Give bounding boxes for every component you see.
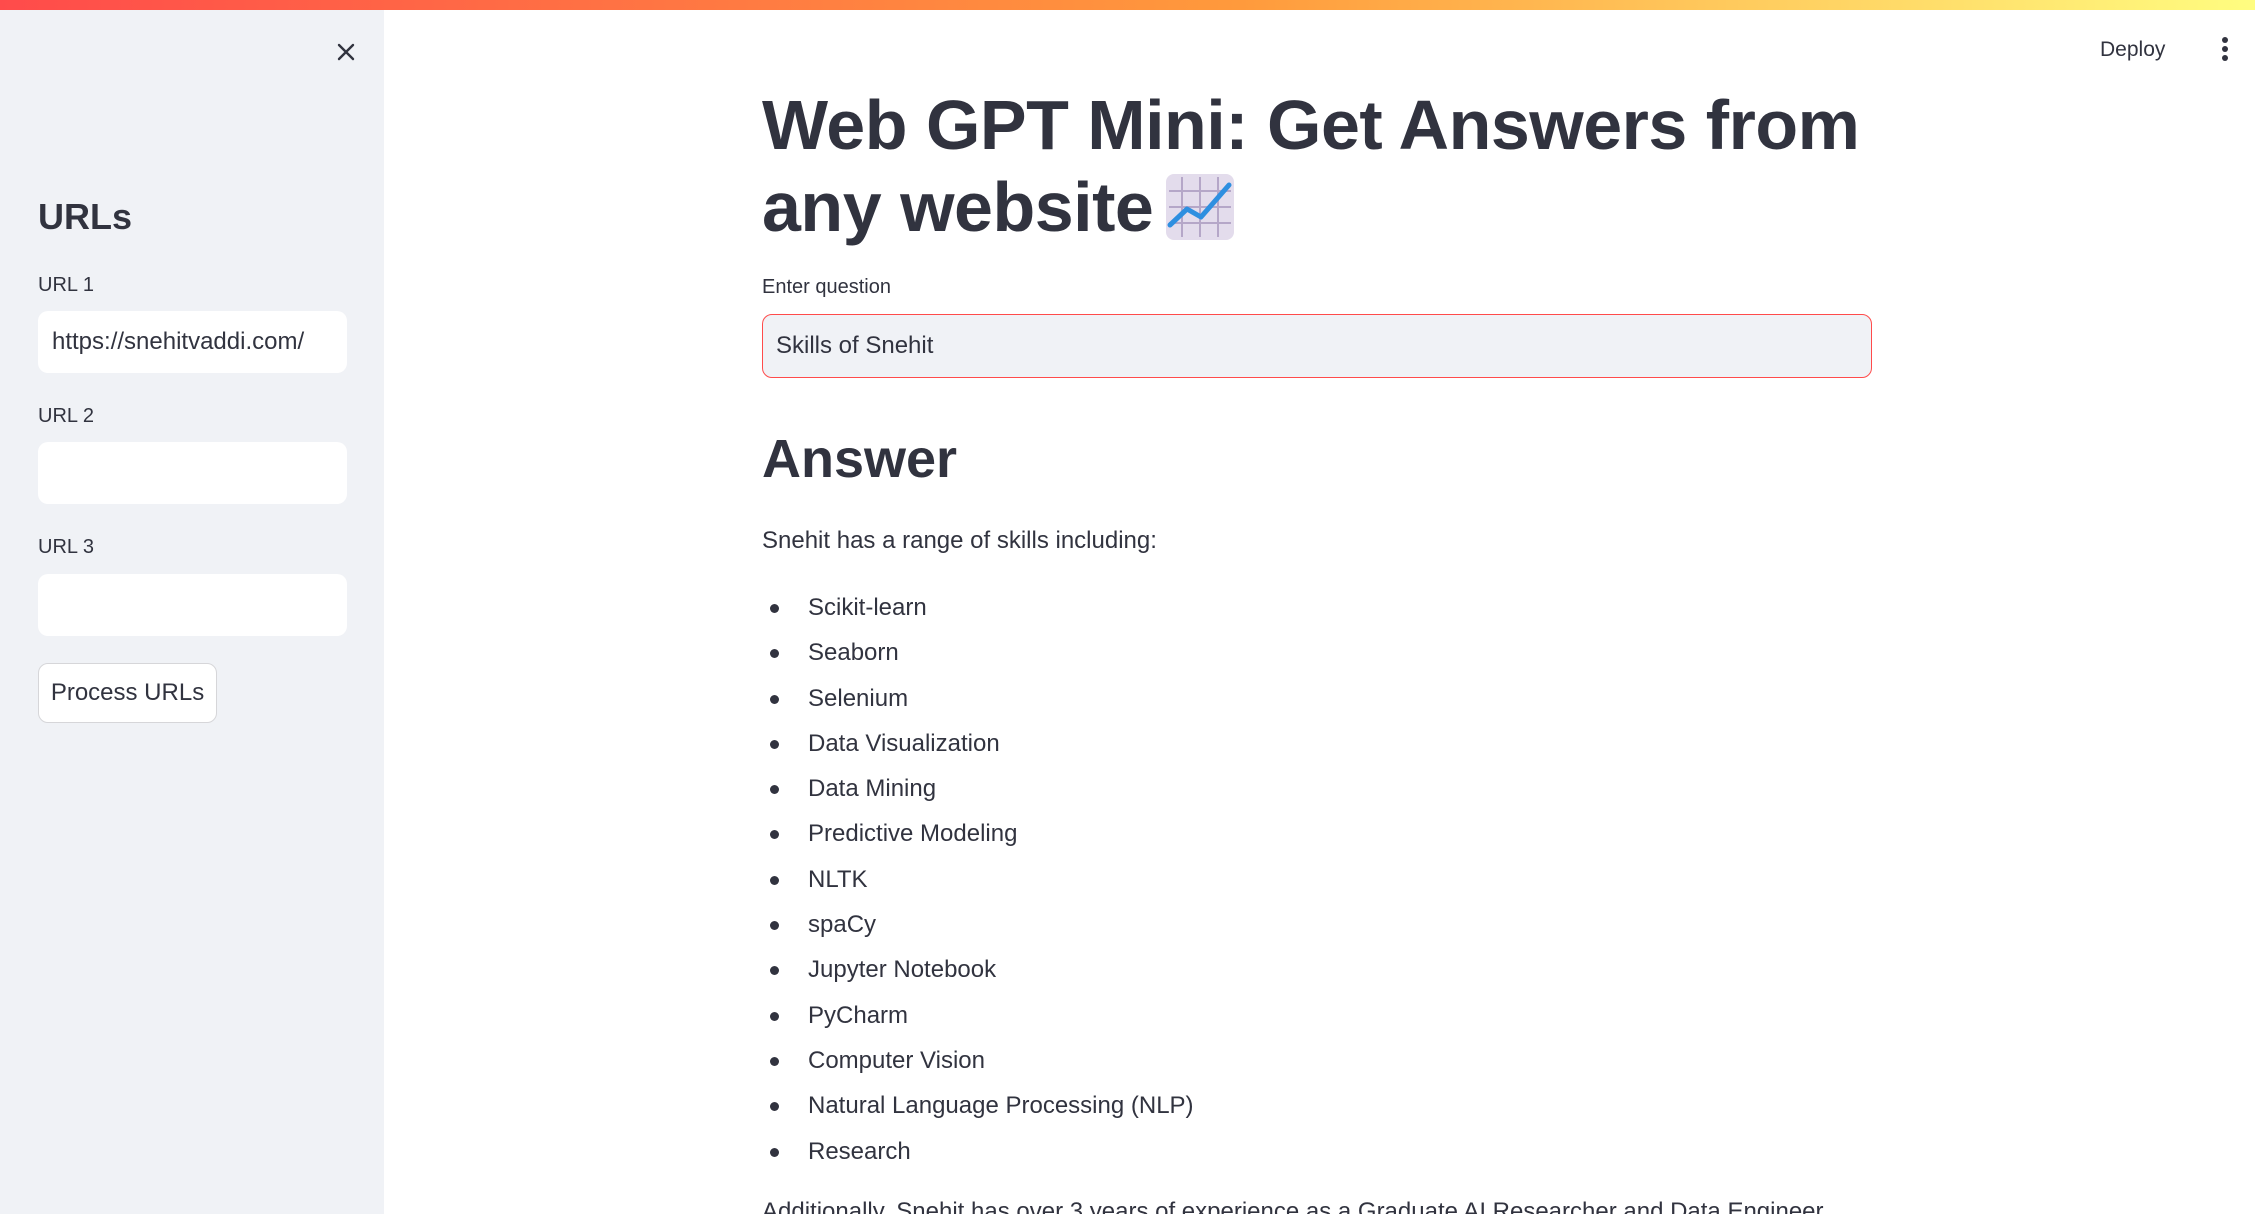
list-item: Selenium: [762, 679, 1194, 724]
sidebar: URLs URL 1 URL 2 URL 3 Process URLs: [0, 0, 384, 1214]
answer-footer: Additionally, Snehit has over 3 years of…: [762, 1198, 1829, 1214]
bullet-icon: [770, 1102, 779, 1112]
skill-text: Data Mining: [808, 775, 937, 803]
url-3-input[interactable]: [38, 574, 347, 636]
answer-heading: Answer: [762, 429, 958, 489]
url-1-input[interactable]: [38, 311, 347, 373]
page-title-text: Web GPT Mini: Get Answers from any websi…: [762, 86, 1860, 246]
skill-text: Selenium: [808, 684, 909, 712]
skill-text: Scikit-learn: [808, 594, 927, 621]
close-icon[interactable]: [330, 36, 362, 68]
process-urls-button[interactable]: Process URLs: [38, 663, 217, 723]
skill-text: Research: [808, 1137, 911, 1165]
bullet-icon: [770, 739, 779, 749]
bullet-icon: [770, 785, 779, 795]
bullet-icon: [770, 1056, 779, 1066]
list-item: Data Mining: [762, 769, 1194, 814]
list-item: Seaborn: [762, 633, 1194, 678]
bullet-icon: [770, 1147, 779, 1157]
skill-text: Computer Vision: [808, 1046, 985, 1074]
list-item: PyCharm: [762, 996, 1194, 1041]
question-input[interactable]: [762, 314, 1872, 378]
url-1-label: URL 1: [38, 274, 94, 296]
question-label: Enter question: [762, 276, 891, 298]
answer-intro: Snehit has a range of skills including:: [762, 527, 1157, 554]
list-item: Computer Vision: [762, 1041, 1194, 1086]
deploy-button[interactable]: Deploy: [2100, 30, 2165, 70]
list-item: NLTK: [762, 860, 1194, 905]
url-3-label: URL 3: [38, 536, 94, 558]
bullet-icon: [770, 875, 779, 885]
bullet-icon: [770, 830, 779, 840]
bullet-icon: [770, 694, 779, 704]
app-root: URLs URL 1 URL 2 URL 3 Process URLs Depl…: [0, 0, 2255, 1214]
vertical-ellipsis-icon[interactable]: [2213, 32, 2237, 66]
url-2-input[interactable]: [38, 442, 347, 504]
url-2-label: URL 2: [38, 405, 94, 427]
skill-text: NLTK: [808, 865, 868, 893]
sidebar-heading: URLs: [38, 196, 133, 237]
skill-text: PyCharm: [808, 1001, 909, 1029]
top-decoration-bar: [0, 0, 2255, 10]
list-item: Natural Language Processing (NLP): [762, 1086, 1194, 1131]
skill-text: Natural Language Processing (NLP): [808, 1092, 1194, 1120]
bullet-icon: [770, 921, 779, 931]
skill-text: Predictive Modeling: [808, 820, 1018, 848]
chart-increasing-icon: [1165, 173, 1235, 241]
list-item: Jupyter Notebook: [762, 950, 1194, 995]
list-item: Data Visualization: [762, 724, 1194, 769]
skill-text: Jupyter Notebook: [808, 956, 997, 984]
close-icon-svg: [337, 43, 355, 61]
bullet-icon: [770, 966, 779, 976]
skill-text: Seaborn: [808, 639, 899, 667]
bullet-icon: [770, 1011, 779, 1021]
list-item: Scikit-learn: [762, 588, 1194, 633]
bullet-icon: [770, 649, 779, 659]
skills-list: Scikit-learn Seaborn Selenium Data Visua…: [762, 588, 1194, 1177]
list-item: spaCy: [762, 905, 1194, 950]
page-title: Web GPT Mini: Get Answers from any websi…: [762, 84, 1872, 248]
skill-text: Data Visualization: [808, 729, 1000, 757]
list-item: Predictive Modeling: [762, 814, 1194, 859]
list-item: Research: [762, 1132, 1194, 1177]
bullet-icon: [770, 604, 779, 613]
skill-text: spaCy: [808, 911, 877, 939]
